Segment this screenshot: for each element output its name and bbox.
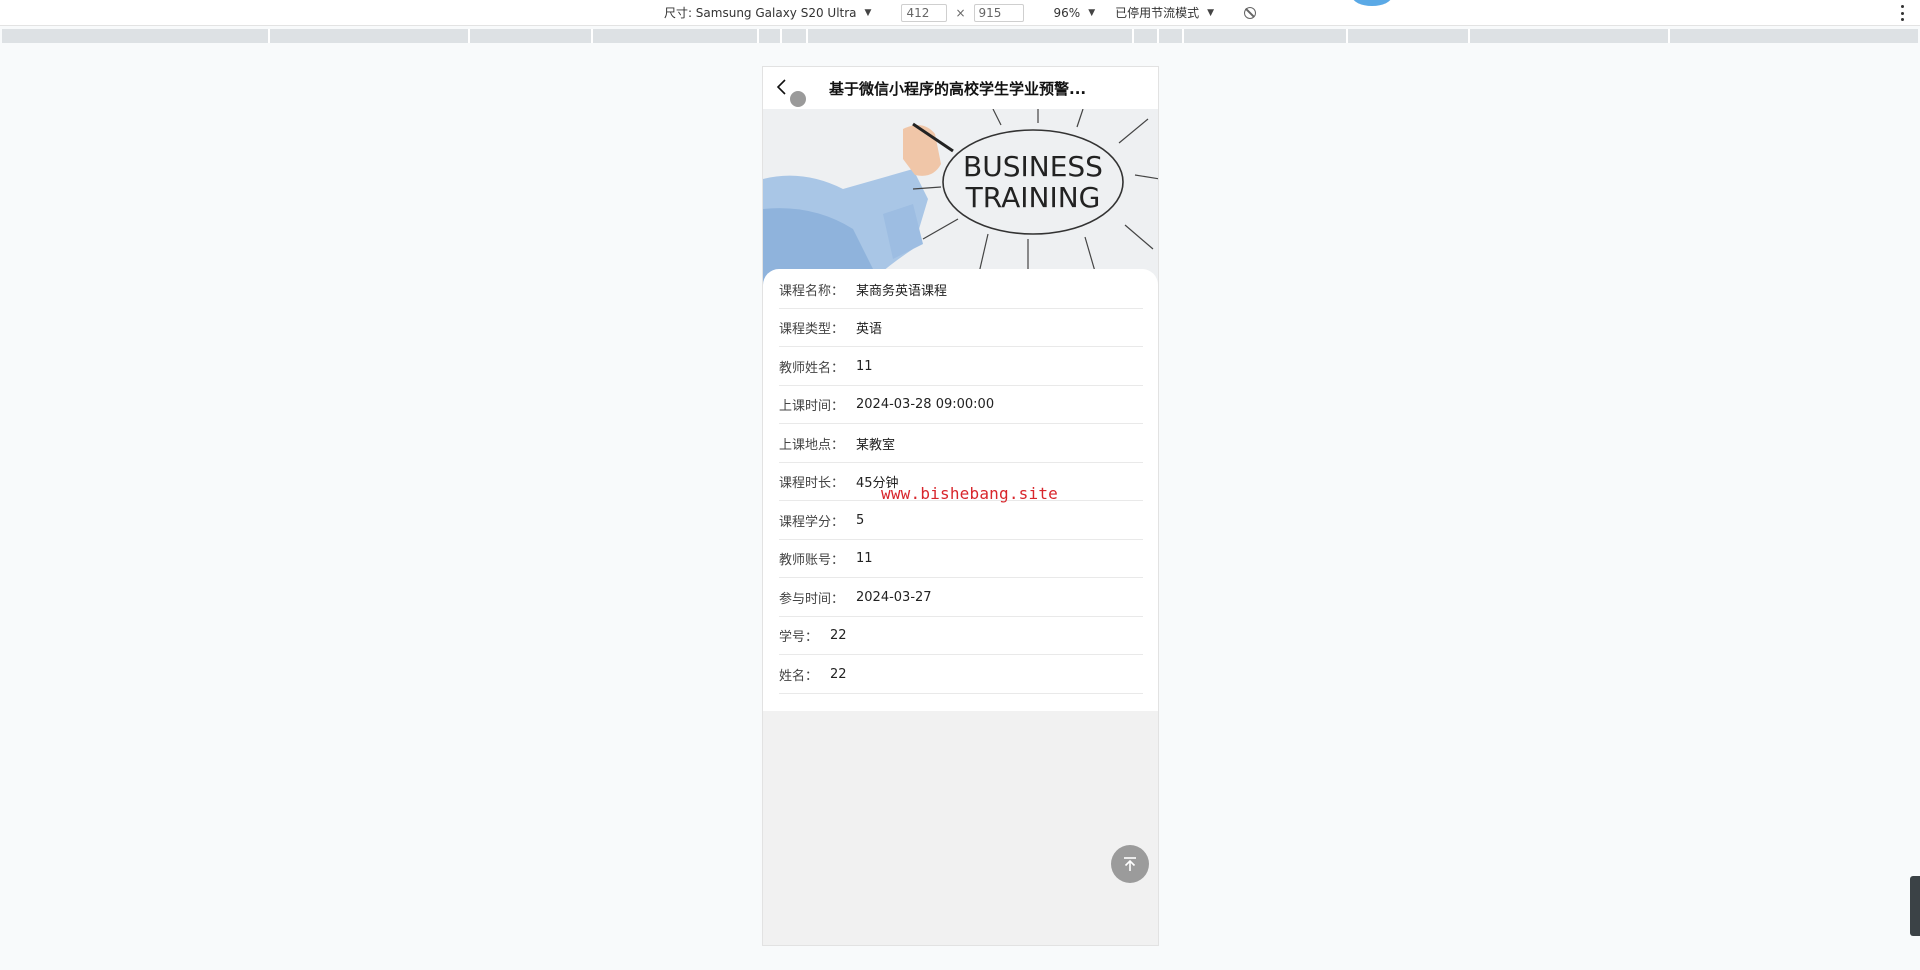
banner-text-line2: TRAINING [965, 181, 1101, 214]
field-student-id: 学号： 22 [779, 617, 1143, 655]
field-value: 11 [856, 551, 873, 566]
media-query-segment[interactable] [1159, 29, 1184, 43]
field-course-credits: 课程学分： 5 [779, 502, 1143, 540]
media-query-segment[interactable] [593, 29, 759, 43]
device-caret-icon[interactable]: ▼ [865, 8, 872, 18]
media-query-segment[interactable] [1184, 29, 1348, 43]
field-label: 上课地点： [779, 438, 845, 453]
page-title: 基于微信小程序的高校学生学业预警... [829, 80, 1087, 98]
device-viewport: 基于微信小程序的高校学生学业预警... BUSINESS TRAINING 课程… [762, 66, 1159, 946]
field-class-time: 上课时间： 2024-03-28 09:00:00 [779, 386, 1143, 424]
device-width-input[interactable] [901, 3, 948, 22]
media-query-segment[interactable] [470, 29, 593, 43]
kebab-menu-icon[interactable] [1900, 5, 1904, 21]
field-value: 2024-03-27 [856, 590, 932, 605]
floating-dot-icon[interactable] [788, 89, 808, 109]
field-course-name: 课程名称： 某商务英语课程 [779, 271, 1143, 309]
media-query-segment[interactable] [1134, 29, 1159, 43]
throttle-selector[interactable]: 已停用节流模式 [1115, 4, 1199, 21]
field-label: 课程名称： [779, 284, 845, 299]
field-teacher-account: 教师账号： 11 [779, 540, 1143, 578]
device-dimensions-selector[interactable]: 尺寸: Samsung Galaxy S20 Ultra [664, 4, 857, 21]
zoom-selector[interactable]: 96% [1054, 6, 1081, 20]
watermark-text: www.bishebang.site [881, 484, 1058, 503]
media-query-segment[interactable] [1470, 29, 1670, 43]
field-label: 参与时间： [779, 592, 845, 607]
field-teacher-name: 教师姓名： 11 [779, 348, 1143, 386]
field-label: 教师账号： [779, 553, 845, 568]
field-value: 某教室 [856, 438, 896, 453]
field-label: 学号： [779, 630, 819, 645]
back-to-top-button[interactable] [1111, 845, 1149, 883]
field-value: 英语 [856, 322, 883, 337]
media-query-segment[interactable] [1670, 29, 1918, 43]
field-student-name: 姓名： 22 [779, 656, 1143, 694]
field-value: 2024-03-28 09:00:00 [856, 397, 995, 412]
zoom-caret-icon[interactable]: ▼ [1088, 8, 1095, 18]
field-label: 上课时间： [779, 399, 845, 414]
media-query-segment[interactable] [270, 29, 470, 43]
media-query-segment[interactable] [1348, 29, 1470, 43]
dimension-times-sign: × [955, 5, 966, 20]
media-query-segment[interactable] [782, 29, 808, 43]
field-label: 课程时长： [779, 476, 845, 491]
field-label: 姓名： [779, 669, 819, 684]
field-class-location: 上课地点： 某教室 [779, 425, 1143, 463]
arrow-up-to-line-icon [1124, 857, 1136, 871]
throttle-caret-icon[interactable]: ▼ [1207, 8, 1214, 18]
field-value: 某商务英语课程 [856, 284, 948, 299]
field-join-time: 参与时间： 2024-03-27 [779, 579, 1143, 617]
media-query-segment[interactable] [2, 29, 270, 43]
field-label: 教师姓名： [779, 361, 845, 376]
media-query-bar[interactable] [2, 29, 1918, 43]
chevron-left-icon[interactable] [775, 79, 789, 95]
field-course-type: 课程类型： 英语 [779, 309, 1143, 347]
banner-text-line1: BUSINESS [963, 150, 1103, 183]
field-value: 11 [856, 359, 873, 374]
no-symbol-icon[interactable] [1244, 6, 1257, 19]
media-query-segment[interactable] [759, 29, 782, 43]
media-query-segment[interactable] [808, 29, 1134, 43]
field-label: 课程类型： [779, 322, 845, 337]
nav-bar: 基于微信小程序的高校学生学业预警... [763, 67, 1158, 109]
field-value: 5 [856, 513, 865, 528]
devtools-device-toolbar: 尺寸: Samsung Galaxy S20 Ultra ▼ × 96% ▼ 已… [0, 0, 1920, 26]
field-value: 22 [830, 667, 847, 682]
device-height-input[interactable] [973, 3, 1024, 22]
side-panel-handle[interactable] [1910, 876, 1920, 936]
field-label: 课程学分： [779, 515, 845, 530]
field-value: 22 [830, 628, 847, 643]
